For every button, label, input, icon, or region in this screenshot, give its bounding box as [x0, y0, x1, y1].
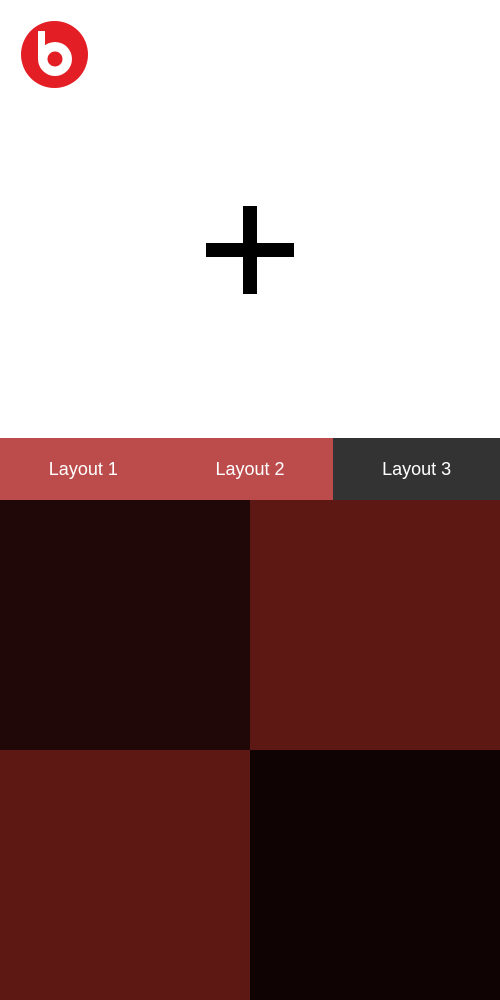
tab-layout-3[interactable]: Layout 3 — [333, 438, 500, 500]
plus-icon — [206, 206, 294, 294]
grid-tile-top-right[interactable] — [250, 500, 500, 750]
grid-tile-bottom-right[interactable] — [250, 750, 500, 1000]
grid-tile-top-left[interactable] — [0, 500, 250, 750]
tab-layout-1[interactable]: Layout 1 — [0, 438, 167, 500]
add-button[interactable] — [206, 206, 294, 294]
layout-tab-bar: Layout 1 Layout 2 Layout 3 — [0, 438, 500, 500]
tab-layout-2[interactable]: Layout 2 — [166, 438, 334, 500]
app-screen: Layout 1 Layout 2 Layout 3 — [0, 0, 500, 1000]
layout-grid — [0, 500, 500, 1000]
beats-logo-icon — [21, 21, 88, 88]
grid-tile-bottom-left[interactable] — [0, 750, 250, 1000]
